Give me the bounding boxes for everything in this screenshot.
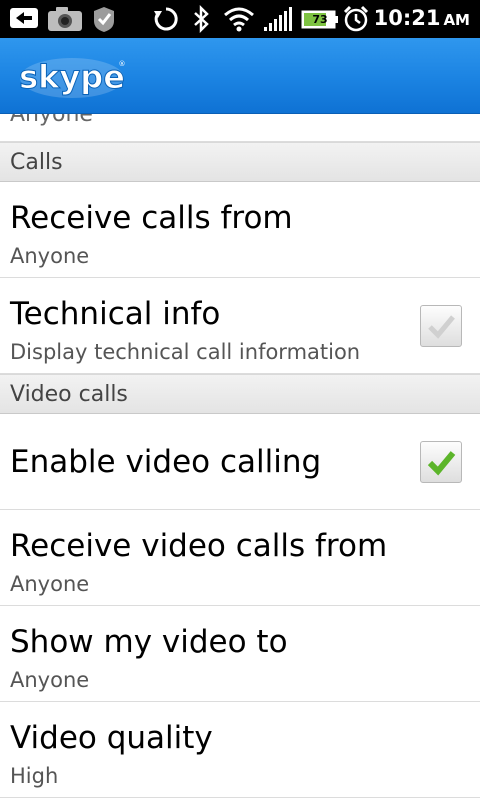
svg-text:skype: skype xyxy=(19,58,125,96)
status-bar: 73 10:21 AM xyxy=(0,0,480,38)
clock-ampm: AM xyxy=(443,11,470,29)
receive-calls-from-item[interactable]: Receive calls from Anyone xyxy=(0,182,480,278)
alarm-icon xyxy=(343,5,369,32)
app-header: skype ® xyxy=(0,38,480,114)
receive-video-calls-from-item[interactable]: Receive video calls from Anyone xyxy=(0,510,480,606)
skype-logo: skype ® xyxy=(19,58,126,98)
clock: 10:21 AM xyxy=(374,6,470,30)
technical-info-checkbox[interactable] xyxy=(420,305,462,347)
item-title: Show my video to xyxy=(10,624,288,660)
video-quality-item[interactable]: Video quality High xyxy=(0,702,480,798)
item-title: Enable video calling xyxy=(10,444,322,480)
sync-icon xyxy=(154,7,178,31)
technical-info-item[interactable]: Technical info Display technical call in… xyxy=(0,278,480,374)
checkmark-badge-icon xyxy=(94,7,114,32)
bluetooth-icon xyxy=(194,5,209,33)
enable-video-calling-checkbox[interactable] xyxy=(420,441,462,483)
settings-list[interactable]: Anyone Calls Receive calls from Anyone T… xyxy=(0,114,480,800)
camera-icon xyxy=(48,7,82,31)
item-summary: Display technical call information xyxy=(10,340,361,364)
enable-video-calling-item[interactable]: Enable video calling xyxy=(0,414,480,510)
battery-level: 73 xyxy=(312,13,328,26)
item-title: Receive calls from xyxy=(10,200,293,236)
item-title: Receive video calls from xyxy=(10,528,388,564)
section-header-video-calls: Video calls xyxy=(0,374,480,414)
item-summary: High xyxy=(10,764,59,788)
partial-row-summary: Anyone xyxy=(10,114,93,127)
item-title: Video quality xyxy=(10,720,213,756)
check-icon-unchecked xyxy=(428,315,455,339)
signal-icon xyxy=(264,7,292,31)
wifi-icon xyxy=(224,7,254,32)
list-item-partial[interactable]: Anyone xyxy=(0,114,480,142)
check-icon-checked xyxy=(427,451,456,476)
item-summary: Anyone xyxy=(10,244,90,268)
item-title: Technical info xyxy=(10,296,221,332)
back-arrow-icon xyxy=(10,8,38,28)
item-summary: Anyone xyxy=(10,572,90,596)
svg-text:®: ® xyxy=(119,60,126,68)
show-my-video-to-item[interactable]: Show my video to Anyone xyxy=(0,606,480,702)
item-summary: Anyone xyxy=(10,668,90,692)
clock-time: 10:21 xyxy=(373,6,441,30)
section-header-calls: Calls xyxy=(0,142,480,182)
